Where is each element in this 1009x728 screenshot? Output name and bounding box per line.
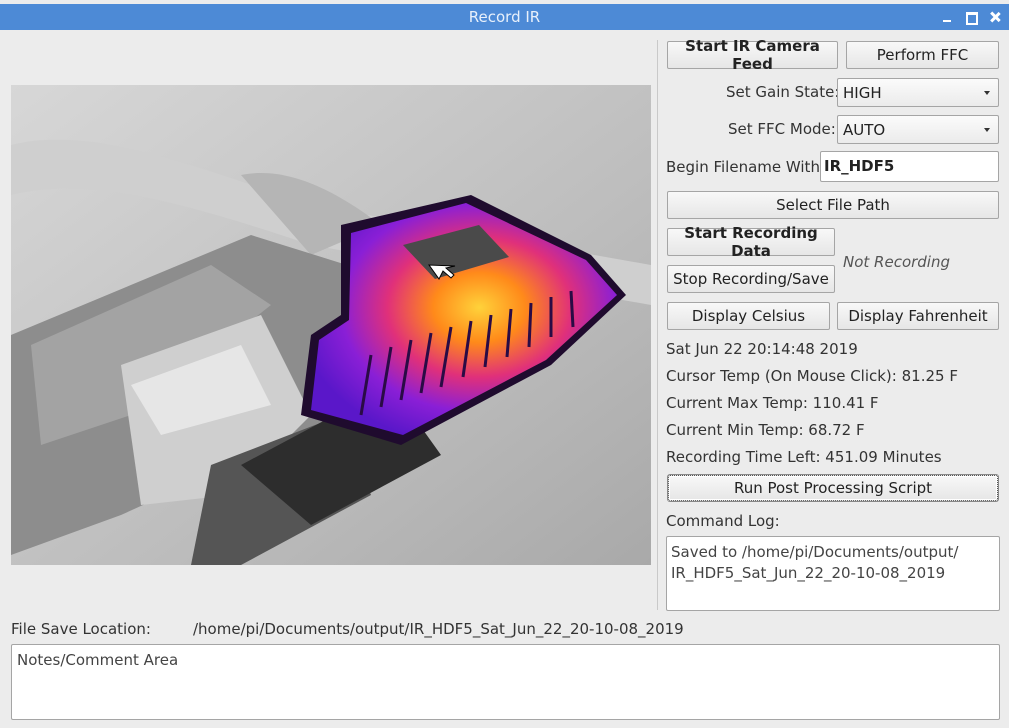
max-temp-readout: Current Max Temp: 110.41 F bbox=[666, 394, 879, 412]
title-bar: Record IR bbox=[0, 4, 1009, 30]
chevron-down-icon bbox=[984, 128, 990, 132]
perform-ffc-button[interactable]: Perform FFC bbox=[846, 41, 999, 69]
start-recording-button[interactable]: Start Recording Data bbox=[667, 224, 835, 260]
window-controls bbox=[941, 4, 1001, 30]
recording-time-left-readout: Recording Time Left: 451.09 Minutes bbox=[666, 448, 942, 466]
ir-camera-feed[interactable] bbox=[11, 85, 651, 565]
thermal-image bbox=[11, 85, 651, 565]
command-log-area[interactable]: Saved to /home/pi/Documents/output/ IR_H… bbox=[666, 536, 1000, 611]
gain-state-label: Set Gain State: bbox=[726, 83, 840, 101]
window-title: Record IR bbox=[468, 8, 541, 26]
minimize-icon[interactable] bbox=[941, 11, 953, 23]
maximize-icon[interactable] bbox=[965, 11, 978, 25]
panel-divider bbox=[657, 40, 658, 610]
command-log-line: Saved to /home/pi/Documents/output/ bbox=[671, 543, 959, 561]
cursor-temp-readout: Cursor Temp (On Mouse Click): 81.25 F bbox=[666, 367, 958, 385]
run-post-processing-button[interactable]: Run Post Processing Script bbox=[668, 475, 998, 501]
display-fahrenheit-button[interactable]: Display Fahrenheit bbox=[837, 302, 999, 330]
datetime-readout: Sat Jun 22 20:14:48 2019 bbox=[666, 340, 858, 358]
ffc-mode-select[interactable]: AUTO bbox=[837, 115, 999, 144]
command-log-line: IR_HDF5_Sat_Jun_22_20-10-08_2019 bbox=[671, 564, 946, 582]
file-save-location-label: File Save Location: bbox=[11, 620, 151, 638]
gain-state-select[interactable]: HIGH bbox=[837, 78, 999, 107]
filename-input[interactable]: IR_HDF5 bbox=[820, 151, 999, 182]
chevron-down-icon bbox=[984, 91, 990, 95]
gain-state-value: HIGH bbox=[843, 84, 882, 102]
filename-label: Begin Filename With: bbox=[666, 158, 826, 176]
min-temp-readout: Current Min Temp: 68.72 F bbox=[666, 421, 865, 439]
command-log-label: Command Log: bbox=[666, 512, 780, 530]
select-file-path-button[interactable]: Select File Path bbox=[667, 191, 999, 219]
ffc-mode-value: AUTO bbox=[843, 121, 886, 139]
stop-recording-button[interactable]: Stop Recording/Save bbox=[667, 265, 835, 293]
notes-placeholder: Notes/Comment Area bbox=[17, 651, 179, 669]
start-ir-camera-feed-button[interactable]: Start IR Camera Feed bbox=[667, 37, 838, 73]
recording-status: Not Recording bbox=[843, 253, 951, 271]
close-icon[interactable] bbox=[989, 11, 1001, 23]
file-save-location-value: /home/pi/Documents/output/IR_HDF5_Sat_Ju… bbox=[193, 620, 684, 638]
ffc-mode-label: Set FFC Mode: bbox=[728, 120, 836, 138]
display-celsius-button[interactable]: Display Celsius bbox=[667, 302, 830, 330]
notes-comment-area[interactable]: Notes/Comment Area bbox=[11, 644, 1000, 720]
